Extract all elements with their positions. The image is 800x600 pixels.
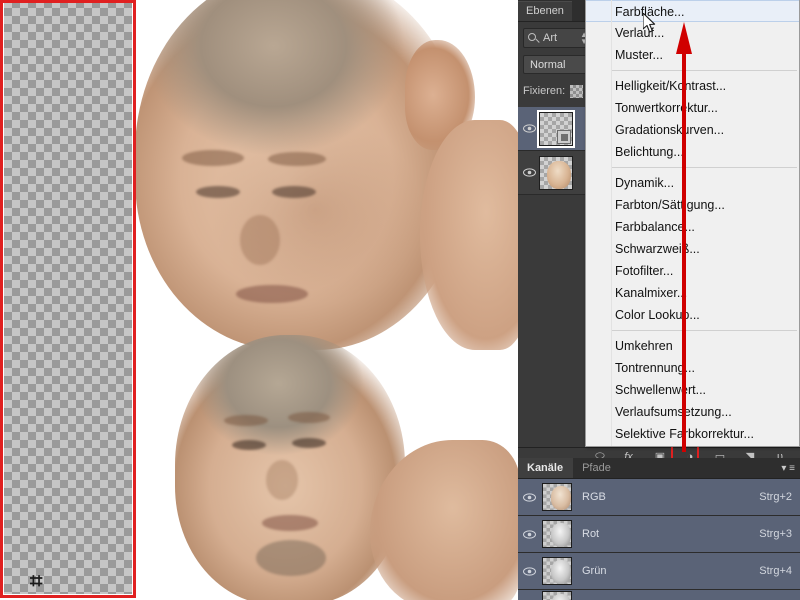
mouse-pointer (643, 13, 656, 33)
channel-thumbnail (542, 590, 572, 600)
red-annotation-arrow (676, 22, 692, 452)
menu-item-kanalmixer[interactable]: Kanalmixer... (586, 282, 799, 304)
new-adjustment-layer-menu[interactable]: Farbfläche... Verlauf... Muster... Helli… (585, 0, 800, 447)
channel-shortcut: Strg+2 (759, 491, 792, 503)
menu-item-fotofilter[interactable]: Fotofilter... (586, 260, 799, 282)
menu-item-farbflaeche[interactable]: Farbfläche... (586, 0, 799, 22)
menu-item-muster[interactable]: Muster... (586, 44, 799, 66)
menu-separator (612, 167, 797, 168)
menu-item-tonwertkorrektur[interactable]: Tonwertkorrektur... (586, 97, 799, 119)
lock-label: Fixieren: (523, 85, 566, 97)
channel-row-gruen[interactable]: Grün Strg+4 (518, 553, 800, 590)
menu-item-farbton-saettigung[interactable]: Farbton/Sättigung... (586, 194, 799, 216)
menu-item-verlauf[interactable]: Verlauf... (586, 22, 799, 44)
blend-mode-value: Normal (530, 58, 566, 71)
lower-mouth (262, 515, 318, 531)
upper-eyebrow-left (182, 150, 244, 166)
channel-thumbnail (542, 483, 572, 511)
menu-item-helligkeit-kontrast[interactable]: Helligkeit/Kontrast... (586, 75, 799, 97)
layer-thumbnail-image (547, 160, 571, 189)
eye-icon[interactable] (522, 124, 536, 133)
channel-thumbnail (542, 557, 572, 585)
channel-row-rot[interactable]: Rot Strg+3 (518, 516, 800, 553)
lower-beard (256, 540, 326, 576)
search-icon (528, 32, 539, 44)
channel-thumbnail (542, 520, 572, 548)
channel-shortcut: Strg+4 (759, 565, 792, 577)
panel-menu-icon[interactable]: ▾ ≡ (781, 463, 795, 474)
channel-name: Rot (582, 528, 600, 540)
channel-name: Grün (582, 565, 607, 577)
upper-eyebrow-right (268, 152, 326, 166)
layer-filter-row[interactable]: Art ▲▼ (523, 28, 593, 48)
image-canvas[interactable]: ⌗ (0, 0, 518, 600)
menu-gutter (586, 0, 612, 446)
menu-item-belichtung[interactable]: Belichtung... (586, 141, 799, 163)
channel-name: RGB (582, 491, 606, 503)
portrait-upper-shoulder (420, 120, 518, 350)
channel-row-partial[interactable] (518, 590, 800, 600)
channel-row-rgb[interactable]: RGB Strg+2 (518, 479, 800, 516)
blend-mode-dropdown[interactable]: Normal (523, 55, 593, 74)
upper-eye-left (196, 186, 240, 198)
photoshop-window: ⌗ Ebenen Art ▲▼ Normal Fixieren: (0, 0, 800, 600)
eye-icon[interactable] (522, 168, 536, 177)
menu-item-selektive-farbkorrektur[interactable]: Selektive Farbkorrektur... (586, 423, 799, 445)
transparent-area (4, 0, 132, 594)
lower-eye-left (232, 440, 266, 450)
menu-item-verlaufsumsetzung[interactable]: Verlaufsumsetzung... (586, 401, 799, 423)
eye-icon[interactable] (522, 566, 536, 576)
tab-ebenen[interactable]: Ebenen (518, 1, 572, 21)
tab-pfade[interactable]: Pfade (573, 458, 621, 478)
lower-eyebrow-left (224, 415, 268, 426)
canvas-area[interactable]: ⌗ (0, 0, 518, 600)
move-tool-cursor-icon: ⌗ (30, 568, 43, 593)
menu-item-gradationskurven[interactable]: Gradationskurven... (586, 119, 799, 141)
lower-nose (266, 460, 298, 500)
menu-item-umkehren[interactable]: Umkehren (586, 335, 799, 357)
menu-item-color-lookup[interactable]: Color Lookup... (586, 304, 799, 326)
upper-eye-right (272, 186, 316, 198)
upper-nose (240, 215, 280, 265)
channel-shortcut: Strg+3 (759, 528, 792, 540)
menu-item-schwarzweiss[interactable]: Schwarzweiß... (586, 238, 799, 260)
tab-kanaele[interactable]: Kanäle (518, 458, 574, 478)
lock-transparency-icon[interactable] (570, 84, 584, 98)
layer-thumbnail[interactable] (539, 155, 573, 190)
layer-mask-thumbnail[interactable] (557, 129, 571, 144)
menu-item-schwellenwert[interactable]: Schwellenwert... (586, 379, 799, 401)
menu-item-farbbalance[interactable]: Farbbalance... (586, 216, 799, 238)
eye-icon[interactable] (522, 529, 536, 539)
lock-controls-row: Fixieren: (523, 82, 593, 100)
channels-panel[interactable]: Kanäle Pfade ▾ ≡ RGB Strg+2 Rot Strg+3 G… (518, 458, 800, 600)
lower-eyebrow-right (288, 412, 330, 423)
menu-item-dynamik[interactable]: Dynamik... (586, 172, 799, 194)
channels-tab-bar: Kanäle Pfade ▾ ≡ (518, 458, 800, 479)
menu-separator (612, 70, 797, 71)
lower-eye-right (292, 438, 326, 448)
layer-filter-value: Art (543, 32, 558, 44)
menu-item-tontrennung[interactable]: Tontrennung... (586, 357, 799, 379)
upper-mouth (236, 285, 308, 303)
eye-icon[interactable] (522, 492, 536, 502)
layer-thumbnail[interactable] (537, 109, 575, 148)
menu-separator (612, 330, 797, 331)
